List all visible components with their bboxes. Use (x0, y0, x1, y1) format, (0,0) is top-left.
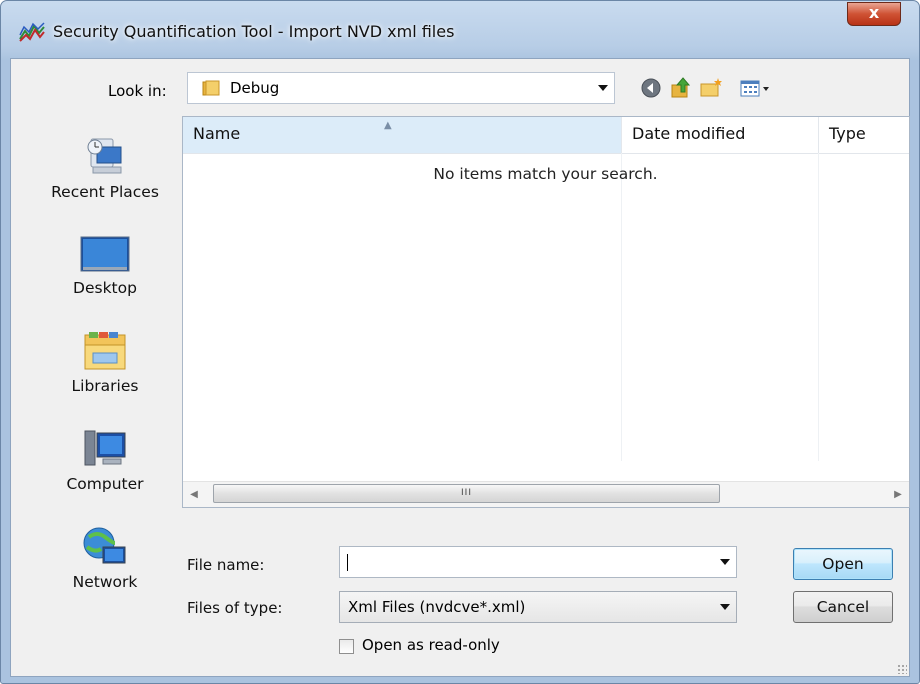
view-menu-icon[interactable] (739, 76, 773, 100)
file-type-dropdown[interactable]: Xml Files (nvdcve*.xml) (339, 591, 737, 623)
app-chart-icon (19, 22, 45, 42)
place-recent-places[interactable]: Recent Places (26, 135, 184, 201)
scroll-thumb[interactable]: III (213, 484, 720, 503)
file-list[interactable]: Name ▲ Date modified Type No items match… (182, 116, 910, 508)
read-only-label[interactable]: Open as read-only (362, 636, 500, 654)
column-header-type[interactable]: Type (818, 117, 909, 153)
place-label: Recent Places (51, 183, 159, 201)
back-icon[interactable] (639, 76, 663, 100)
file-name-input[interactable] (339, 546, 737, 578)
chevron-down-icon[interactable] (598, 85, 608, 91)
recent-places-icon (87, 138, 122, 174)
place-label: Network (72, 573, 138, 591)
up-folder-icon[interactable] (669, 76, 693, 100)
look-in-label: Look in: (108, 82, 167, 100)
file-type-value: Xml Files (nvdcve*.xml) (348, 598, 526, 616)
scroll-right-icon[interactable]: ▶ (887, 482, 909, 507)
read-only-checkbox[interactable] (339, 639, 354, 654)
place-network[interactable]: Network (26, 525, 184, 591)
close-button[interactable]: x (847, 2, 901, 26)
places-bar: Recent Places Desktop Libraries Computer… (26, 123, 184, 663)
file-type-label: Files of type: (187, 599, 283, 617)
scroll-left-icon[interactable]: ◀ (183, 482, 205, 507)
place-label: Libraries (71, 377, 139, 395)
file-name-label: File name: (187, 556, 265, 574)
network-icon (83, 527, 126, 564)
computer-icon (84, 430, 126, 466)
place-computer[interactable]: Computer (26, 427, 184, 493)
folder-icon (202, 80, 220, 96)
title-bar[interactable]: Security Quantification Tool - Import NV… (1, 1, 919, 59)
window-title: Security Quantification Tool - Import NV… (53, 22, 455, 41)
place-label: Desktop (73, 279, 137, 297)
cancel-button[interactable]: Cancel (793, 591, 893, 623)
sort-ascending-icon: ▲ (384, 120, 392, 131)
chevron-down-icon[interactable] (720, 604, 730, 610)
desktop-icon (80, 236, 130, 272)
chevron-down-icon[interactable] (720, 559, 730, 565)
column-header-date-modified[interactable]: Date modified (621, 117, 818, 153)
column-divider (621, 153, 622, 461)
resize-grip[interactable] (897, 664, 907, 674)
place-libraries[interactable]: Libraries (26, 329, 184, 395)
empty-message: No items match your search. (433, 165, 658, 183)
list-header: Name ▲ Date modified Type (183, 117, 909, 154)
text-cursor (347, 554, 348, 571)
place-label: Computer (66, 475, 144, 493)
look-in-value: Debug (230, 79, 280, 97)
libraries-icon (84, 332, 126, 370)
file-dialog-window: Security Quantification Tool - Import NV… (0, 0, 920, 684)
place-desktop[interactable]: Desktop (26, 235, 184, 297)
horizontal-scrollbar[interactable]: ◀ III ▶ (183, 481, 909, 507)
new-folder-icon[interactable] (699, 76, 723, 100)
column-header-name[interactable]: Name (183, 117, 621, 153)
open-button[interactable]: Open (793, 548, 893, 580)
column-divider (818, 153, 819, 461)
dialog-body: Look in: Debug Recent Places Desktop Lib… (10, 58, 910, 677)
look-in-dropdown[interactable]: Debug (187, 72, 615, 104)
